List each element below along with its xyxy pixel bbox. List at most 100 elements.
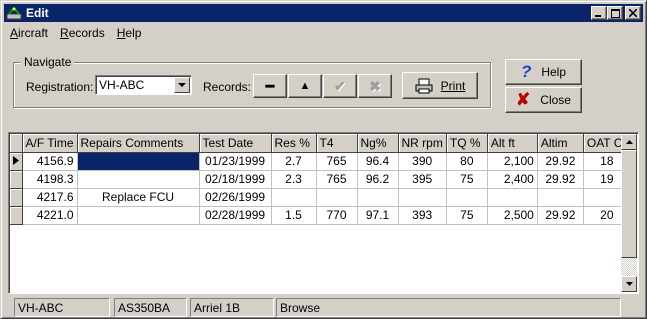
table-cell[interactable]: 2.3 bbox=[271, 170, 317, 189]
row-indicator[interactable] bbox=[10, 170, 23, 189]
delete-record-button[interactable]: ━ bbox=[253, 74, 287, 98]
table-cell[interactable]: 4156.9 bbox=[22, 152, 78, 171]
table-cell[interactable] bbox=[357, 188, 399, 207]
red-x-icon: ✘ bbox=[516, 90, 531, 109]
navigate-legend: Navigate bbox=[21, 55, 75, 69]
table-cell[interactable]: 390 bbox=[398, 152, 447, 171]
table-cell[interactable]: 02/28/1999 bbox=[199, 206, 272, 225]
menu-help[interactable]: Help bbox=[111, 26, 148, 40]
help-button[interactable]: ? Help bbox=[505, 59, 582, 85]
col-repairs-comments[interactable]: Repairs Comments bbox=[77, 134, 200, 153]
table-cell[interactable]: 75 bbox=[446, 170, 488, 189]
vertical-scrollbar[interactable] bbox=[621, 134, 637, 292]
close-button[interactable]: ✘ Close bbox=[505, 87, 582, 113]
minimize-button[interactable] bbox=[591, 6, 607, 20]
table-cell[interactable]: 2,500 bbox=[487, 206, 538, 225]
status-mode: Browse bbox=[276, 298, 621, 317]
table-cell[interactable]: 765 bbox=[316, 170, 358, 189]
table-row[interactable]: 4156.9 01/23/1999 2.7 765 96.4 390 80 2,100 29.9… bbox=[10, 152, 631, 171]
table-cell[interactable]: 2,400 bbox=[487, 170, 538, 189]
table-cell[interactable] bbox=[271, 188, 317, 207]
post-record-button[interactable]: ✔ bbox=[323, 74, 357, 98]
col-af-time[interactable]: A/F Time bbox=[22, 134, 78, 153]
table-row[interactable]: 4221.0 02/28/1999 1.5 770 97.1 393 75 2,500 29.9… bbox=[10, 206, 631, 225]
col-test-date[interactable]: Test Date bbox=[199, 134, 272, 153]
table-cell[interactable] bbox=[77, 170, 200, 189]
col-ng-pct[interactable]: Ng% bbox=[357, 134, 399, 153]
maximize-icon bbox=[610, 8, 620, 18]
print-button[interactable]: Print bbox=[402, 72, 478, 99]
table-cell[interactable]: 01/23/1999 bbox=[199, 152, 272, 171]
records-table: A/F Time Repairs Comments Test Date Res … bbox=[10, 134, 631, 278]
menu-records[interactable]: Records bbox=[54, 26, 111, 40]
table-cell[interactable] bbox=[77, 152, 200, 171]
table-cell[interactable]: 4198.3 bbox=[22, 170, 78, 189]
header-row: A/F Time Repairs Comments Test Date Res … bbox=[10, 134, 631, 153]
scroll-thumb[interactable] bbox=[621, 150, 637, 258]
table-row[interactable]: 4198.3 02/18/1999 2.3 765 96.2 395 75 2,400 29.9… bbox=[10, 170, 631, 189]
table-cell[interactable]: 4221.0 bbox=[22, 206, 78, 225]
table-cell[interactable] bbox=[398, 188, 447, 207]
col-t4[interactable]: T4 bbox=[316, 134, 358, 153]
col-altim[interactable]: Altim bbox=[537, 134, 584, 153]
table-cell[interactable]: 395 bbox=[398, 170, 447, 189]
maximize-button[interactable] bbox=[607, 6, 623, 20]
insert-record-button[interactable]: ▲ bbox=[288, 74, 322, 98]
row-indicator[interactable] bbox=[10, 206, 23, 225]
x-icon: ✖ bbox=[369, 77, 381, 94]
edit-window: Edit Aircraft Records Help Navigate Regi… bbox=[0, 0, 647, 319]
arrow-up-icon bbox=[625, 140, 633, 144]
app-icon bbox=[6, 6, 22, 20]
registration-value: VH-ABC bbox=[99, 78, 145, 92]
table-cell[interactable]: 770 bbox=[316, 206, 358, 225]
minimize-icon bbox=[595, 15, 601, 17]
table-cell[interactable] bbox=[487, 188, 538, 207]
records-grid[interactable]: A/F Time Repairs Comments Test Date Res … bbox=[8, 132, 639, 294]
help-label: Help bbox=[541, 65, 567, 79]
col-tq-pct[interactable]: TQ % bbox=[446, 134, 488, 153]
empty-row bbox=[10, 260, 630, 278]
close-window-button[interactable] bbox=[625, 6, 641, 20]
print-label: Print bbox=[440, 78, 466, 93]
question-mark-icon: ? bbox=[520, 62, 532, 81]
table-cell[interactable]: 96.2 bbox=[357, 170, 399, 189]
registration-combo[interactable]: VH-ABC bbox=[95, 75, 192, 95]
table-cell[interactable]: 02/18/1999 bbox=[199, 170, 272, 189]
table-cell[interactable]: 29.92 bbox=[537, 170, 584, 189]
row-indicator[interactable] bbox=[10, 188, 23, 207]
table-cell[interactable]: 2,100 bbox=[487, 152, 538, 171]
triangle-up-icon: ▲ bbox=[299, 80, 311, 92]
table-cell[interactable]: 29.92 bbox=[537, 206, 584, 225]
table-row[interactable]: 4217.6 Replace FCU 02/26/1999 bbox=[10, 188, 631, 207]
col-res-pct[interactable]: Res % bbox=[271, 134, 317, 153]
table-cell[interactable]: 1.5 bbox=[271, 206, 317, 225]
table-cell[interactable]: 2.7 bbox=[271, 152, 317, 171]
scroll-up-button[interactable] bbox=[621, 134, 637, 150]
table-cell[interactable]: 97.1 bbox=[357, 206, 399, 225]
table-cell[interactable] bbox=[316, 188, 358, 207]
table-cell[interactable]: Replace FCU bbox=[77, 188, 200, 207]
cancel-record-button[interactable]: ✖ bbox=[358, 74, 392, 98]
arrow-down-icon bbox=[625, 282, 633, 286]
title-bar[interactable]: Edit bbox=[4, 4, 643, 22]
close-label: Close bbox=[540, 93, 571, 107]
empty-row bbox=[10, 224, 630, 242]
table-cell[interactable] bbox=[537, 188, 584, 207]
menu-aircraft[interactable]: Aircraft bbox=[4, 26, 54, 40]
table-cell[interactable]: 4217.6 bbox=[22, 188, 78, 207]
registration-dropdown-button[interactable] bbox=[174, 77, 190, 93]
table-cell[interactable]: 29.92 bbox=[537, 152, 584, 171]
table-cell[interactable]: 02/26/1999 bbox=[199, 188, 272, 207]
scroll-down-button[interactable] bbox=[621, 276, 637, 292]
table-cell[interactable]: 765 bbox=[316, 152, 358, 171]
table-cell[interactable]: 75 bbox=[446, 206, 488, 225]
table-cell[interactable]: 393 bbox=[398, 206, 447, 225]
current-row-indicator[interactable] bbox=[10, 152, 23, 171]
table-cell[interactable]: 80 bbox=[446, 152, 488, 171]
table-cell[interactable] bbox=[77, 206, 200, 225]
table-cell[interactable] bbox=[446, 188, 488, 207]
table-cell[interactable]: 96.4 bbox=[357, 152, 399, 171]
menu-bar: Aircraft Records Help bbox=[4, 23, 643, 42]
col-nr-rpm[interactable]: NR rpm bbox=[398, 134, 447, 153]
col-alt-ft[interactable]: Alt ft bbox=[487, 134, 538, 153]
